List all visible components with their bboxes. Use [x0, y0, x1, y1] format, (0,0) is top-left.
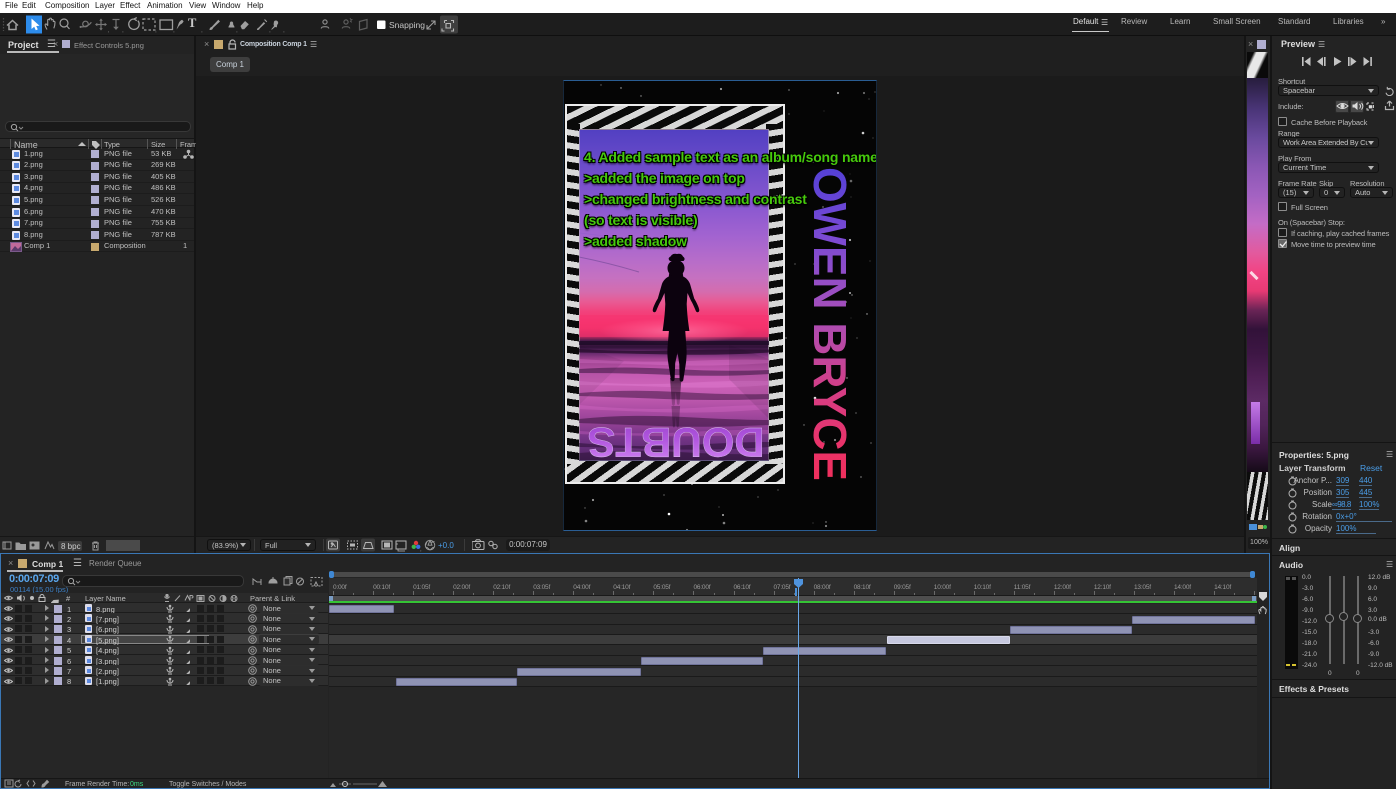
- svg-text:,: ,: [283, 27, 285, 34]
- svg-text:OWEN BRYCE: OWEN BRYCE: [810, 167, 856, 481]
- svg-text:,: ,: [269, 27, 271, 34]
- svg-text:DOUBTS: DOUBTS: [587, 423, 764, 461]
- svg-text:,: ,: [122, 27, 124, 34]
- svg-text:,: ,: [201, 27, 203, 34]
- svg-text:,: ,: [236, 27, 238, 34]
- svg-text:,: ,: [108, 27, 110, 34]
- svg-text:,: ,: [155, 27, 157, 34]
- svg-text:8 bpc: 8 bpc: [61, 542, 81, 551]
- svg-text:,: ,: [173, 27, 175, 34]
